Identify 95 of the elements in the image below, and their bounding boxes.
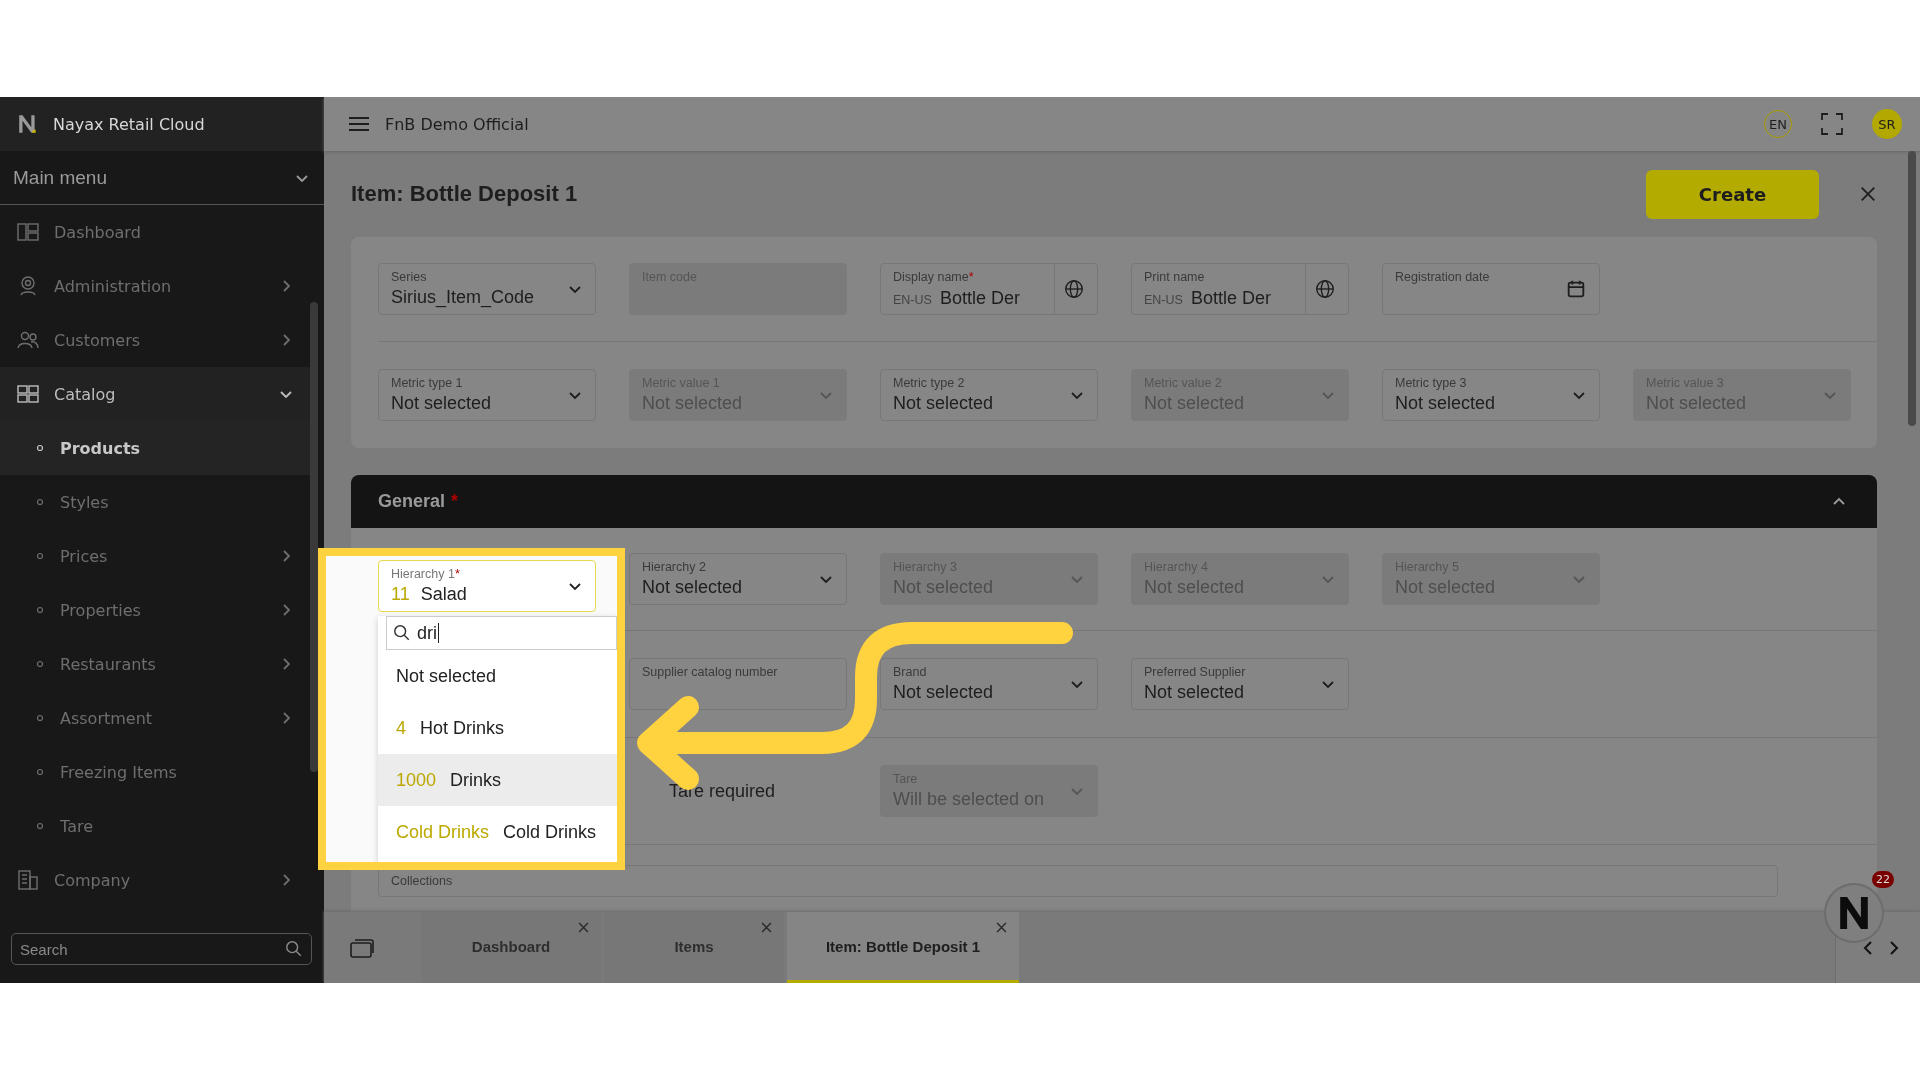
user-avatar[interactable]: SR	[1872, 109, 1902, 139]
menu-icon[interactable]	[349, 116, 369, 132]
field-label: Preferred Supplier	[1144, 665, 1247, 679]
input-field[interactable]: Registration date	[1382, 263, 1600, 315]
dropdown-field[interactable]: Metric type 1 Not selected	[378, 369, 596, 421]
dropdown-option[interactable]: Not selected	[378, 650, 617, 702]
dropdown-field[interactable]: Hierarchy 2 Not selected	[629, 553, 847, 605]
bullet-icon	[36, 822, 44, 830]
field-label: Supplier catalog number	[642, 665, 779, 679]
field-value: Not selected	[893, 682, 995, 703]
close-icon[interactable]	[996, 922, 1007, 933]
input-field[interactable]: Display name* EN-US Bottle Der	[880, 263, 1098, 315]
field-label: Print name	[1144, 270, 1206, 284]
globe-icon[interactable]	[1054, 264, 1085, 314]
store-name: FnB Demo Official	[385, 114, 529, 134]
field-label: Metric type 2	[893, 376, 966, 390]
input-field[interactable]: Print name EN-US Bottle Der	[1131, 263, 1349, 315]
grid-icon	[16, 382, 40, 406]
field-value: Bottle Der	[939, 288, 1020, 309]
dropdown-field[interactable]: Metric type 2 Not selected	[880, 369, 1098, 421]
dropdown-option[interactable]: Cold Drinks Cold Drinks	[378, 806, 617, 858]
field-label: Hierarchy 2	[642, 560, 707, 574]
sidebar-subitem[interactable]: Products	[0, 421, 310, 475]
dropdown-field[interactable]: Preferred Supplier Not selected	[1131, 658, 1349, 710]
bullet-icon	[36, 768, 44, 776]
search-field[interactable]: dri	[386, 616, 617, 650]
field-value: Not selected	[1144, 682, 1246, 703]
field-label: Display name*	[893, 270, 975, 284]
locale-label: EN-US	[893, 293, 932, 307]
tab[interactable]: Items	[604, 912, 784, 983]
bullet-icon	[36, 714, 44, 722]
input-field[interactable]: Supplier catalog number	[629, 658, 847, 710]
sidebar-subitem[interactable]: Freezing Items	[0, 745, 310, 799]
sidebar-subitem[interactable]: Properties	[0, 583, 310, 637]
dashboard-icon	[16, 220, 40, 244]
field-label: Series	[391, 270, 428, 284]
close-icon[interactable]	[761, 922, 772, 933]
tab[interactable]: Item: Bottle Deposit 1	[787, 912, 1019, 983]
field-label: Brand	[893, 665, 928, 679]
field-value: Not selected	[893, 393, 995, 414]
sidebar-item[interactable]: Administration	[0, 259, 310, 313]
sidebar-subitem[interactable]: Tare	[0, 799, 310, 853]
notification-badge: 22	[1872, 871, 1894, 888]
field-label: Metric type 3	[1395, 376, 1468, 390]
dropdown-field[interactable]: Metric type 3 Not selected	[1382, 369, 1600, 421]
windows-icon[interactable]	[349, 936, 375, 959]
sidebar-subitem[interactable]: Assortment	[0, 691, 310, 745]
logo-icon	[17, 113, 39, 135]
app-name: Nayax Retail Cloud	[53, 114, 205, 134]
create-button[interactable]: Create	[1646, 169, 1819, 219]
field-value: Sirius_Item_Code	[391, 287, 536, 308]
dropdown-field[interactable]: Hierarchy 1* 11 Salad	[378, 560, 596, 612]
bullet-icon	[36, 498, 44, 506]
bullet-icon	[36, 660, 44, 668]
globe-icon[interactable]	[1305, 264, 1336, 314]
locale-label: EN-US	[1144, 293, 1183, 307]
sidebar-item[interactable]: Company	[0, 853, 310, 907]
dropdown-option[interactable]: 4 Hot Drinks	[378, 702, 617, 754]
chevron-right-icon[interactable]	[1888, 939, 1900, 956]
sidebar-subitem[interactable]: Prices	[0, 529, 310, 583]
search-icon	[285, 940, 303, 958]
field-label: Hierarchy 1*	[391, 567, 461, 581]
field-label: Registration date	[1395, 270, 1491, 284]
tab[interactable]: Dashboard	[421, 912, 601, 983]
section-header[interactable]: General *	[351, 475, 1877, 528]
field-value: 11 Salad	[391, 584, 468, 605]
field-label: Metric type 1	[391, 376, 464, 390]
close-icon[interactable]	[1859, 185, 1877, 203]
calendar-icon[interactable]	[1565, 278, 1587, 300]
chevron-left-icon[interactable]	[1862, 939, 1874, 956]
bullet-icon	[36, 552, 44, 560]
bullet-icon	[36, 606, 44, 614]
sidebar-item[interactable]: Dashboard	[0, 205, 310, 259]
building-icon	[16, 868, 40, 892]
field-value: Bottle Der	[1190, 288, 1271, 309]
sidebar-subitem[interactable]: Restaurants	[0, 637, 310, 691]
fullscreen-icon[interactable]	[1820, 112, 1844, 136]
dropdown-field[interactable]: Brand Not selected	[880, 658, 1098, 710]
search-field[interactable]: Search	[11, 933, 312, 965]
dropdown-field[interactable]: Series Sirius_Item_Code	[378, 263, 596, 315]
collections-field[interactable]: Collections	[378, 865, 1778, 897]
scrollbar[interactable]	[1908, 151, 1916, 426]
sidebar-item[interactable]: Customers	[0, 313, 310, 367]
dropdown-option[interactable]: 1000 Drinks	[378, 754, 617, 806]
sidebar-item[interactable]: Catalog	[0, 367, 310, 421]
search-icon	[393, 624, 411, 642]
field-value: Not selected	[642, 577, 744, 598]
field-value: Not selected	[391, 393, 493, 414]
scrollbar[interactable]	[310, 302, 318, 772]
chat-button[interactable]	[1826, 885, 1882, 941]
close-icon[interactable]	[578, 922, 589, 933]
page-title: Item: Bottle Deposit 1	[351, 181, 578, 207]
sidebar-subitem[interactable]: Styles	[0, 475, 310, 529]
field-value: Not selected	[1395, 393, 1497, 414]
bullet-icon	[36, 444, 44, 452]
